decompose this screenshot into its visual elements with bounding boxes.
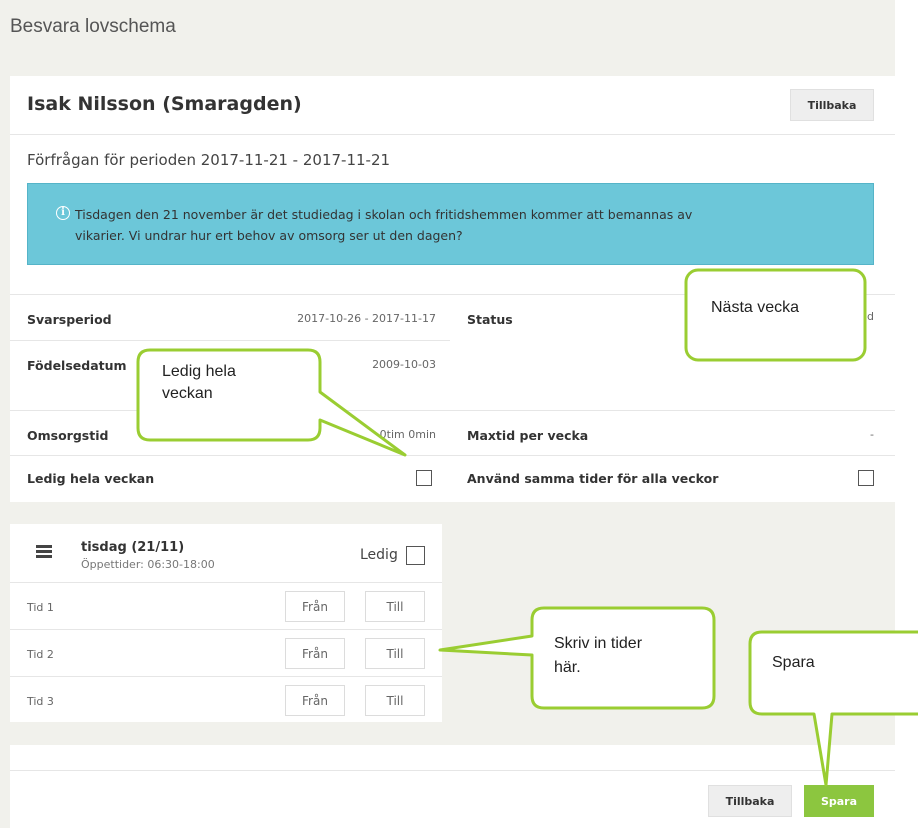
back-button-top[interactable]: Tillbaka	[790, 89, 874, 121]
callout-ledig-line-2: veckan	[162, 385, 213, 402]
alert-line-1: Tisdagen den 21 november är det studieda…	[75, 207, 693, 222]
ledig-veckan-checkbox[interactable]	[416, 470, 432, 486]
samma-tider-checkbox[interactable]	[858, 470, 874, 486]
divider	[10, 455, 895, 456]
day-ledig-checkbox[interactable]	[406, 546, 425, 565]
info-icon: i	[56, 206, 70, 220]
divider	[10, 629, 442, 630]
divider	[10, 770, 895, 771]
day-opening-hours: Öppettider: 06:30-18:00	[81, 558, 215, 571]
time-row-label: Tid 3	[27, 695, 54, 708]
ledig-veckan-label: Ledig hela veckan	[27, 471, 155, 486]
main-card	[10, 76, 895, 502]
from-time-field[interactable]: Från	[285, 638, 345, 669]
time-row-label: Tid 1	[27, 601, 54, 614]
from-time-field[interactable]: Från	[285, 685, 345, 716]
callout-skriv-line-1: Skriv in tider	[554, 635, 643, 652]
divider	[10, 340, 450, 341]
fodelsedatum-value: 2009-10-03	[372, 358, 436, 371]
divider	[10, 582, 442, 583]
omsorgstid-value: 0tim 0min	[379, 428, 436, 441]
back-button[interactable]: Tillbaka	[708, 785, 792, 817]
menu-icon[interactable]	[36, 545, 52, 559]
from-time-field[interactable]: Från	[285, 591, 345, 622]
callout-skriv-line-2: här.	[554, 659, 581, 676]
page-title: Besvara lovschema	[10, 16, 176, 37]
maxtid-value: -	[870, 428, 874, 441]
time-row-label: Tid 2	[27, 648, 54, 661]
to-time-field[interactable]: Till	[365, 591, 425, 622]
callout-spara-text: Spara	[772, 654, 815, 671]
info-alert: i Tisdagen den 21 november är det studie…	[27, 183, 874, 265]
fodelsedatum-label: Födelsedatum	[27, 358, 127, 373]
period-text: Förfrågan för perioden 2017-11-21 - 2017…	[27, 151, 391, 169]
to-time-field[interactable]: Till	[365, 638, 425, 669]
to-time-field[interactable]: Till	[365, 685, 425, 716]
save-button[interactable]: Spara	[804, 785, 874, 817]
callout-ledig-line-1: Ledig hela	[162, 363, 236, 380]
day-title: tisdag (21/11)	[81, 540, 185, 555]
svarsperiod-value: 2017-10-26 - 2017-11-17	[297, 312, 436, 325]
alert-line-2: vikarier. Vi undrar hur ert behov av oms…	[75, 228, 463, 243]
divider	[10, 134, 895, 135]
divider	[10, 294, 895, 295]
divider	[10, 410, 895, 411]
day-ledig-label: Ledig	[360, 547, 398, 563]
omsorgstid-label: Omsorgstid	[27, 428, 109, 443]
samma-tider-label: Använd samma tider för alla veckor	[467, 471, 719, 486]
svarsperiod-label: Svarsperiod	[27, 312, 112, 327]
divider	[10, 676, 442, 677]
maxtid-label: Maxtid per vecka	[467, 428, 589, 443]
callout-nasta-vecka-text: Nästa vecka	[711, 299, 800, 316]
status-label: Status	[467, 312, 513, 327]
person-name: Isak Nilsson (Smaragden)	[27, 93, 302, 115]
status-value: d	[867, 310, 874, 323]
